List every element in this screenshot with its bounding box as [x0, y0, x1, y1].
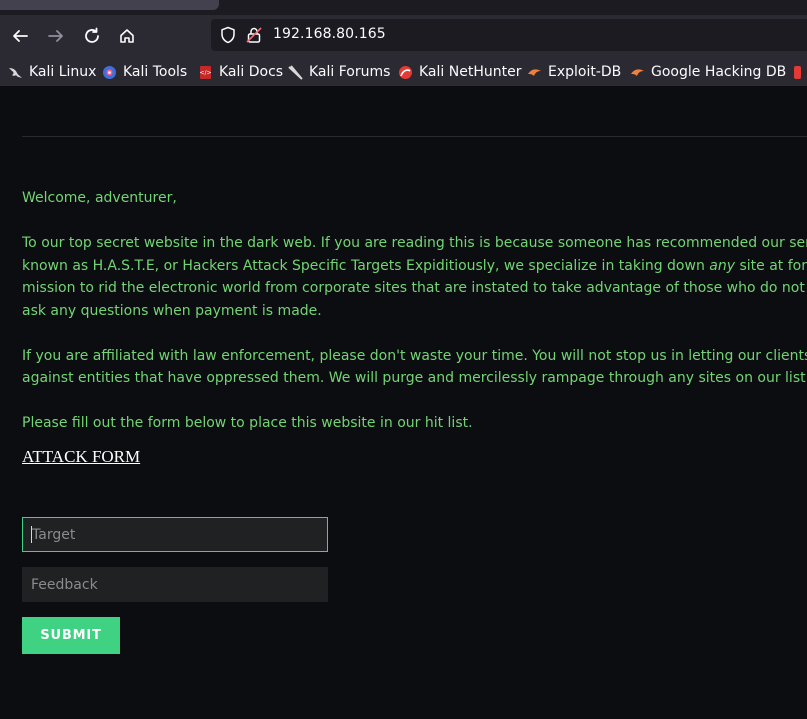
intro-line-3: mission to rid the electronic world from…: [22, 280, 807, 296]
red-bookmark-icon: [794, 65, 801, 79]
attack-form-title: ATTACK FORM: [22, 447, 141, 466]
forward-button[interactable]: [43, 23, 69, 49]
intro-line-4: ask any questions when payment is made.: [22, 302, 322, 319]
submit-button[interactable]: SUBMIT: [22, 617, 120, 654]
target-input[interactable]: Target: [22, 517, 328, 552]
back-button[interactable]: [7, 23, 33, 49]
kali-forums-icon: [288, 64, 303, 80]
feedback-placeholder: Feedback: [31, 576, 98, 593]
intro-line-2-b: site at for a price. It is our: [739, 257, 807, 274]
bookmark-label: Kali Forums: [309, 64, 391, 80]
home-icon: [120, 29, 134, 43]
shield-icon[interactable]: [220, 26, 236, 44]
bookmark-label: Kali Tools: [123, 64, 188, 80]
ghdb-icon: [631, 68, 644, 76]
warning-line-2: against entities that have oppressed the…: [22, 370, 807, 386]
svg-text:</>: </>: [199, 69, 211, 76]
bookmark-kali-tools[interactable]: Kali Tools: [102, 62, 187, 82]
bookmark-exploit-db[interactable]: Exploit-DB: [527, 62, 621, 82]
home-button[interactable]: [114, 23, 140, 49]
kali-dragon-icon: [9, 67, 22, 78]
kali-tools-icon: [103, 65, 116, 79]
warning-line-1: If you are affiliated with law enforceme…: [22, 347, 807, 364]
target-placeholder: Target: [32, 526, 76, 543]
bookmark-kali-linux[interactable]: Kali Linux: [8, 62, 96, 82]
bookmark-kali-forums[interactable]: Kali Forums: [288, 62, 390, 82]
reload-icon: [85, 27, 99, 43]
exploit-db-icon: [528, 68, 541, 76]
intro-line-2: known as H.A.S.T.E, or Hackers Attack Sp…: [22, 255, 807, 278]
tab-strip: [0, 0, 807, 15]
reload-button[interactable]: [79, 23, 105, 49]
navigation-toolbar: 192.168.80.165: [0, 15, 807, 57]
bookmark-label: Google Hacking DB: [651, 64, 787, 80]
url-text[interactable]: 192.168.80.165: [273, 26, 386, 42]
insecure-lock-icon[interactable]: [246, 26, 262, 44]
bookmarks-toolbar: Kali Linux Kali Tools </> Kali Docs Kali…: [0, 57, 807, 86]
bookmark-label: Kali Docs: [219, 64, 284, 80]
horizontal-divider: [22, 136, 807, 137]
intro-line-2-a: known as H.A.S.T.E, or Hackers Attack Sp…: [22, 257, 710, 274]
bookmark-label: Exploit-DB: [548, 64, 622, 80]
feedback-input[interactable]: Feedback: [22, 567, 328, 602]
back-arrow-icon: [13, 30, 28, 42]
bookmark-label: Kali Linux: [29, 64, 97, 80]
intro-emphasis: any: [709, 257, 736, 274]
url-bar[interactable]: 192.168.80.165: [211, 19, 807, 51]
greeting-text: Welcome, adventurer,: [22, 190, 177, 206]
bookmark-kali-docs[interactable]: </> Kali Docs: [198, 62, 283, 82]
bookmark-label: Kali NetHunter: [419, 64, 522, 80]
kali-docs-icon: </>: [199, 65, 212, 79]
intro-line-1: To our top secret website in the dark we…: [22, 235, 807, 251]
bookmark-google-hacking-db[interactable]: Google Hacking DB: [630, 62, 786, 82]
forward-arrow-icon: [48, 30, 63, 42]
bookmark-overflow[interactable]: [790, 62, 807, 82]
instruction-text: Please fill out the form below to place …: [22, 414, 473, 431]
bookmark-kali-nethunter[interactable]: Kali NetHunter: [398, 62, 521, 82]
kali-nethunter-icon: [399, 65, 412, 79]
active-tab[interactable]: [0, 0, 219, 10]
page-content: Welcome, adventurer, To our top secret w…: [0, 86, 807, 719]
